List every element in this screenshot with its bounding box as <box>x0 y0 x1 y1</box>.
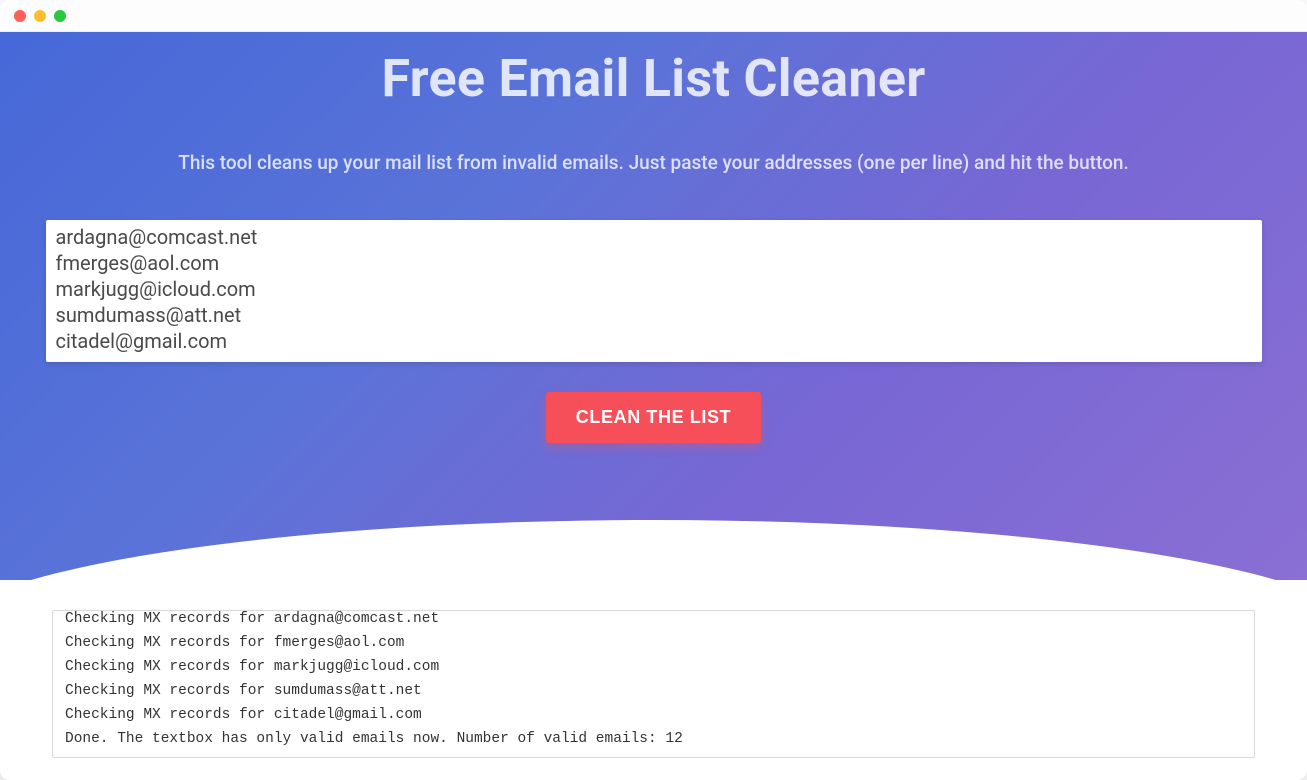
hero-section: Free Email List Cleaner This tool cleans… <box>0 32 1307 580</box>
window-titlebar <box>0 0 1307 32</box>
page-subtitle: This tool cleans up your mail list from … <box>0 151 1307 174</box>
log-output[interactable] <box>52 610 1255 758</box>
app-window: Free Email List Cleaner This tool cleans… <box>0 0 1307 780</box>
close-icon[interactable] <box>14 10 26 22</box>
results-section <box>0 580 1307 762</box>
page-title: Free Email List Cleaner <box>0 48 1307 109</box>
zoom-icon[interactable] <box>54 10 66 22</box>
clean-list-button[interactable]: CLEAN THE LIST <box>546 392 761 443</box>
minimize-icon[interactable] <box>34 10 46 22</box>
email-list-input[interactable] <box>46 220 1262 362</box>
